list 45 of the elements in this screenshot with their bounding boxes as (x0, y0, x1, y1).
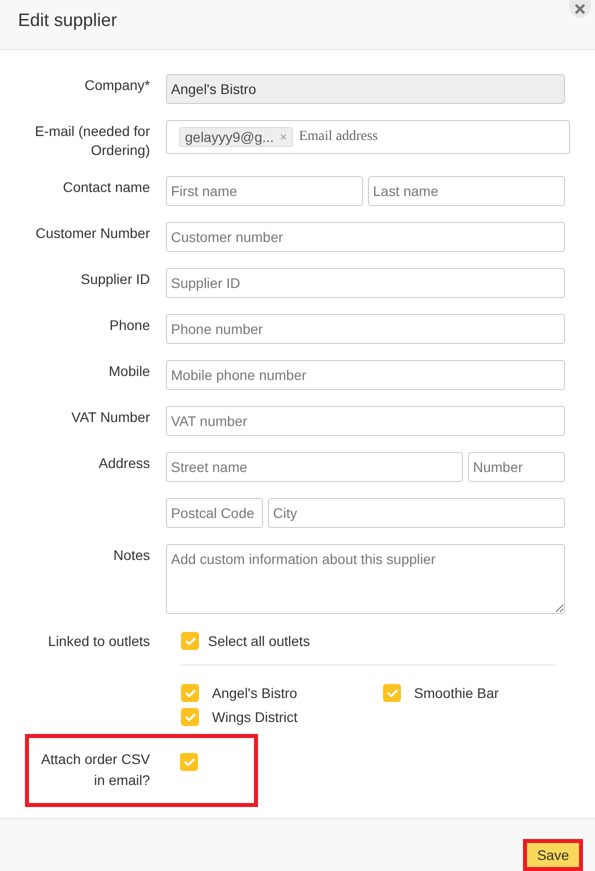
field-label: Customer Number (36, 225, 150, 241)
checkbox[interactable] (181, 684, 199, 702)
close-button[interactable] (569, 0, 591, 18)
input-field[interactable]: Phone number (166, 314, 565, 344)
close-icon (575, 4, 585, 14)
field-label: Linked to outlets (48, 633, 150, 649)
field-label: Attach order CSV in email? (40, 750, 150, 790)
dialog-title: Edit supplier (18, 10, 118, 31)
checkbox-label: Angel's Bistro (212, 685, 298, 701)
field-label: E-mail (needed for Ordering) (34, 123, 150, 158)
input-field[interactable]: Mobile phone number (166, 360, 565, 390)
field-label: Address (98, 455, 150, 471)
check-icon (386, 688, 398, 698)
checkbox[interactable] (181, 632, 199, 650)
field-label: Company* (84, 77, 150, 93)
check-icon (184, 636, 196, 646)
input-field[interactable]: Supplier ID (166, 268, 565, 298)
input-field[interactable]: Postcal Code (166, 498, 263, 528)
field-label: Phone (110, 317, 150, 333)
input-field[interactable]: First name (166, 176, 363, 206)
email-input[interactable]: Email address (296, 128, 557, 146)
input-field[interactable]: City (268, 498, 565, 528)
check-icon (184, 712, 196, 722)
checkbox[interactable] (181, 708, 199, 726)
checkbox-label: Wings District (212, 709, 298, 725)
save-button[interactable]: Save (523, 839, 583, 871)
checkbox[interactable] (383, 684, 401, 702)
checkbox-label: Smoothie Bar (414, 685, 499, 701)
email-field[interactable]: gelayyy9@g... × Email address (166, 120, 570, 154)
field-label: VAT Number (71, 409, 150, 425)
check-icon (184, 758, 194, 766)
input-field[interactable]: Customer number (166, 222, 565, 252)
input-field[interactable]: Number (468, 452, 565, 482)
field-label: Supplier ID (80, 271, 150, 287)
field-label: Contact name (62, 179, 150, 195)
input-field[interactable]: VAT number (166, 406, 565, 436)
tag-text: gelayyy9@g... (185, 129, 274, 145)
input-field[interactable]: Street name (166, 452, 463, 482)
checkbox[interactable] (180, 753, 198, 771)
check-icon (184, 688, 196, 698)
input-field[interactable]: Last name (368, 176, 565, 206)
field-label: Notes (113, 547, 150, 563)
notes-field[interactable]: Add custom information about this supplier (166, 544, 565, 614)
checkbox-label: Select all outlets (208, 633, 310, 649)
field-label: Mobile (108, 363, 150, 379)
